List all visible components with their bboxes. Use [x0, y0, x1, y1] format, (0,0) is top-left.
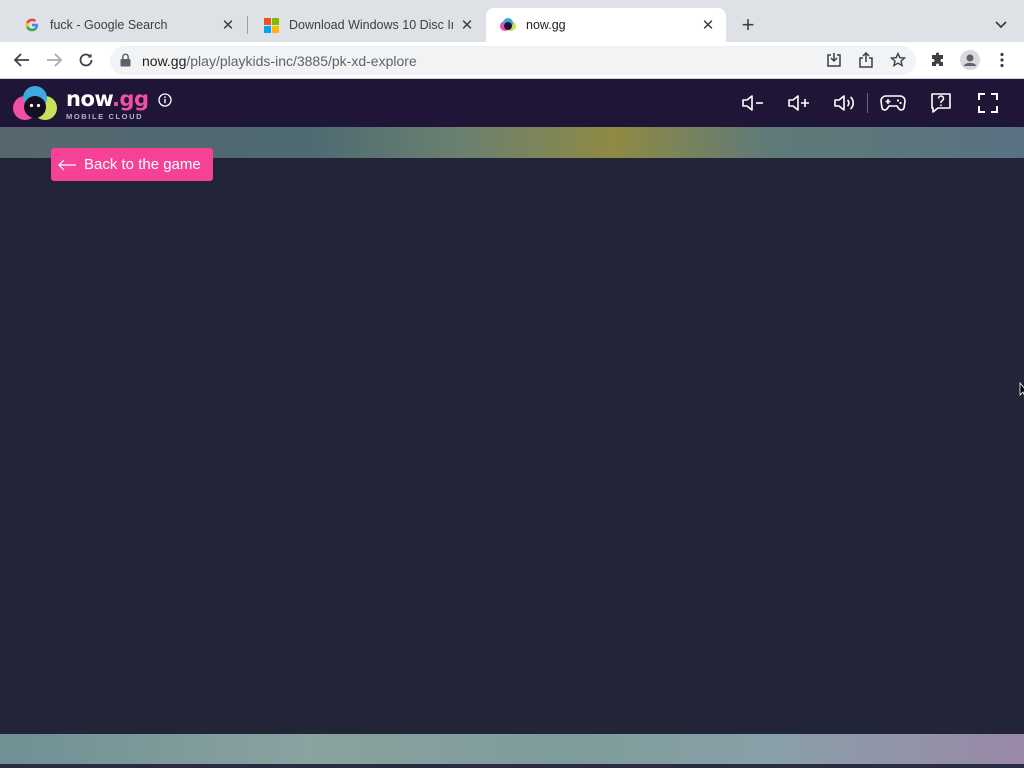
tab-title: fuck - Google Search	[50, 18, 168, 32]
url-host: now.gg	[142, 53, 187, 69]
app-header: now.gg MOBILE CLOUD	[0, 79, 1024, 127]
install-app-icon[interactable]	[822, 48, 846, 72]
back-to-game-label: Back to the game	[84, 156, 201, 173]
bookmark-star-icon[interactable]	[886, 48, 910, 72]
tab-strip: fuck - Google Search ✕ Download Windows …	[0, 0, 1024, 42]
tab-google-search[interactable]: fuck - Google Search ✕	[10, 8, 246, 42]
address-bar[interactable]: now.gg/play/playkids-inc/3885/pk-xd-expl…	[110, 46, 916, 75]
tab-divider	[247, 16, 248, 34]
tab-windows-download[interactable]: Download Windows 10 Disc Image ✕	[249, 8, 485, 42]
tab-search-chevron-icon[interactable]	[990, 14, 1012, 36]
volume-up-icon[interactable]	[786, 91, 812, 115]
tab-nowgg[interactable]: now.gg ✕	[486, 8, 726, 42]
nowgg-mascot-icon	[13, 86, 57, 120]
volume-down-icon[interactable]	[740, 91, 766, 115]
url-path: /play/playkids-inc/3885/pk-xd-explore	[186, 53, 417, 69]
close-icon[interactable]: ✕	[220, 17, 236, 34]
back-arrow-icon[interactable]	[10, 48, 34, 72]
mouse-cursor-icon	[1019, 381, 1024, 398]
help-icon[interactable]	[928, 91, 954, 115]
profile-avatar-icon[interactable]	[958, 48, 982, 72]
tab-title: now.gg	[526, 18, 566, 32]
lock-icon[interactable]	[120, 53, 131, 72]
new-tab-button[interactable]: +	[736, 12, 760, 37]
google-g-icon	[24, 17, 40, 33]
share-icon[interactable]	[854, 48, 878, 72]
back-to-game-button[interactable]: Back to the game	[51, 148, 213, 181]
fullscreen-icon[interactable]	[975, 91, 1001, 115]
browser-menu-icon[interactable]	[990, 48, 1014, 72]
info-icon[interactable]	[158, 93, 172, 107]
microsoft-icon	[263, 17, 279, 33]
game-viewport[interactable]	[0, 158, 1024, 734]
forward-arrow-icon[interactable]	[42, 48, 66, 72]
logo-wordmark: now.gg	[66, 87, 149, 111]
volume-icon[interactable]	[832, 91, 858, 115]
toolbar-divider	[867, 93, 868, 113]
logo-tagline: MOBILE CLOUD	[66, 112, 144, 121]
browser-toolbar: now.gg/play/playkids-inc/3885/pk-xd-expl…	[0, 42, 1024, 79]
nowgg-logo[interactable]: now.gg MOBILE CLOUD	[12, 85, 150, 123]
url-text: now.gg/play/playkids-inc/3885/pk-xd-expl…	[142, 53, 417, 69]
close-icon[interactable]: ✕	[700, 17, 716, 34]
extensions-puzzle-icon[interactable]	[926, 48, 950, 72]
nowgg-icon	[500, 17, 516, 33]
tab-title: Download Windows 10 Disc Image	[289, 18, 453, 32]
reload-icon[interactable]	[74, 48, 98, 72]
bottom-edge	[0, 764, 1024, 768]
arrow-left-icon	[57, 158, 77, 172]
gamepad-icon[interactable]	[880, 91, 906, 115]
close-icon[interactable]: ✕	[459, 17, 475, 34]
game-bottom-strip	[0, 734, 1024, 768]
